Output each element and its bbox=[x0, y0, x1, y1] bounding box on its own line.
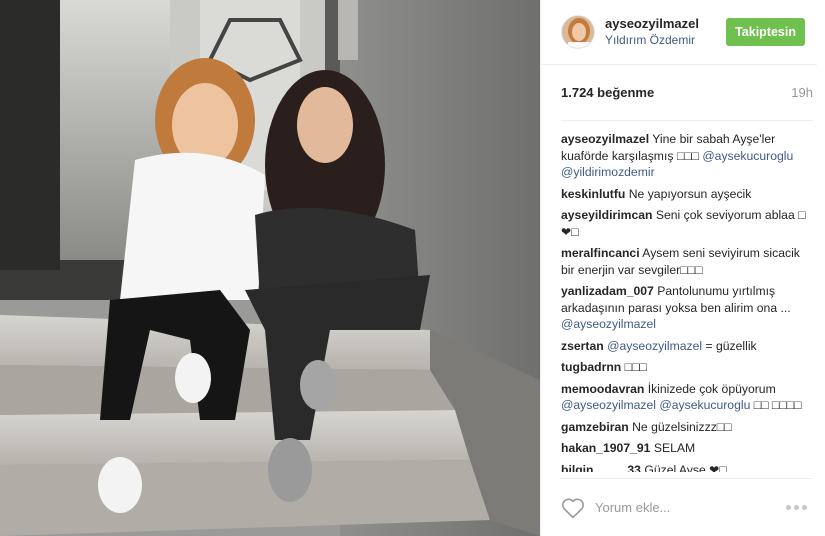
comment-username[interactable]: gamzebiran bbox=[561, 420, 629, 434]
comment-username[interactable]: memoodavran bbox=[561, 382, 644, 396]
more-options-icon[interactable] bbox=[786, 505, 813, 510]
post-sidebar: ayseozyilmazel Yıldırım Özdemir Takiptes… bbox=[540, 0, 825, 536]
comment-username[interactable]: ayseozyilmazel bbox=[561, 132, 649, 146]
comment-item: meralfincanci Aysem seni seviyirum sicac… bbox=[561, 245, 809, 278]
comment-text: İkinizede çok öpüyorum bbox=[647, 381, 776, 396]
add-comment-input[interactable] bbox=[595, 500, 786, 515]
comment-text: Güzel Ayşe ❤□ bbox=[644, 462, 727, 473]
comment-mention[interactable]: @ayseozyilmazel bbox=[561, 317, 656, 331]
comment-username[interactable]: zsertan bbox=[561, 339, 604, 353]
post-header: ayseozyilmazel Yıldırım Özdemir Takiptes… bbox=[541, 0, 817, 65]
comment-username[interactable]: hakan_1907_91 bbox=[561, 441, 650, 455]
post-time[interactable]: 19h bbox=[791, 85, 813, 100]
comment-item: ayseozyilmazel Yine bir sabah Ayşe'ler k… bbox=[561, 131, 809, 181]
like-heart-icon[interactable] bbox=[561, 497, 585, 519]
post-photo[interactable] bbox=[0, 0, 540, 536]
avatar[interactable] bbox=[561, 15, 595, 49]
comment-username[interactable]: keskinlutfu bbox=[561, 187, 625, 201]
avatar-image bbox=[562, 16, 594, 48]
username-link[interactable]: ayseozyilmazel bbox=[605, 16, 726, 32]
comment-text: Ne güzelsinizzz□□ bbox=[632, 419, 732, 434]
comment-item: hakan_1907_91 SELAM bbox=[561, 440, 809, 457]
comment-username[interactable]: yanlizadam_007 bbox=[561, 284, 654, 298]
comment-emoji: □□ □□□□ bbox=[753, 398, 802, 412]
comment-username[interactable]: tugbadrnn bbox=[561, 360, 621, 374]
likes-row: 1.724 beğenme 19h bbox=[561, 65, 813, 121]
comment-item: gamzebiran Ne güzelsinizzz□□ bbox=[561, 419, 809, 436]
comment-username[interactable]: bilgin_____33 bbox=[561, 463, 641, 473]
comment-item: keskinlutfu Ne yapıyorsun ayşecik bbox=[561, 186, 809, 203]
comment-text: SELAM bbox=[653, 441, 696, 455]
likes-count[interactable]: 1.724 beğenme bbox=[561, 85, 654, 100]
following-button[interactable]: Takiptesin bbox=[726, 18, 805, 46]
comment-item: bilgin_____33 Güzel Ayşe ❤□ bbox=[561, 462, 809, 473]
comment-text: = güzellik bbox=[705, 338, 757, 353]
comment-item: memoodavran İkinizede çok öpüyorum @ayse… bbox=[561, 381, 809, 414]
location-link[interactable]: Yıldırım Özdemir bbox=[605, 32, 726, 48]
comment-text: Ne yapıyorsun ayşecik bbox=[628, 186, 752, 201]
comment-item: yanlizadam_007 Pantolunumu yırtılmış ark… bbox=[561, 283, 809, 333]
comment-item: tugbadrnn □□□ bbox=[561, 359, 809, 376]
comment-mention[interactable]: @ayseozyilmazel @aysekucuroglu bbox=[561, 398, 750, 412]
comment-bar bbox=[561, 478, 813, 536]
comment-list: ayseozyilmazel Yine bir sabah Ayşe'ler k… bbox=[541, 121, 825, 472]
comment-item: ayseyildirimcan Seni çok seviyorum ablaa… bbox=[561, 207, 809, 240]
comment-text: □□□ bbox=[624, 360, 647, 374]
comment-mention[interactable]: @ayseozyilmazel bbox=[607, 339, 702, 353]
comment-item: zsertan @ayseozyilmazel = güzellik bbox=[561, 338, 809, 355]
comment-username[interactable]: ayseyildirimcan bbox=[561, 208, 652, 222]
comment-username[interactable]: meralfincanci bbox=[561, 246, 640, 260]
photo-illustration bbox=[0, 0, 540, 536]
